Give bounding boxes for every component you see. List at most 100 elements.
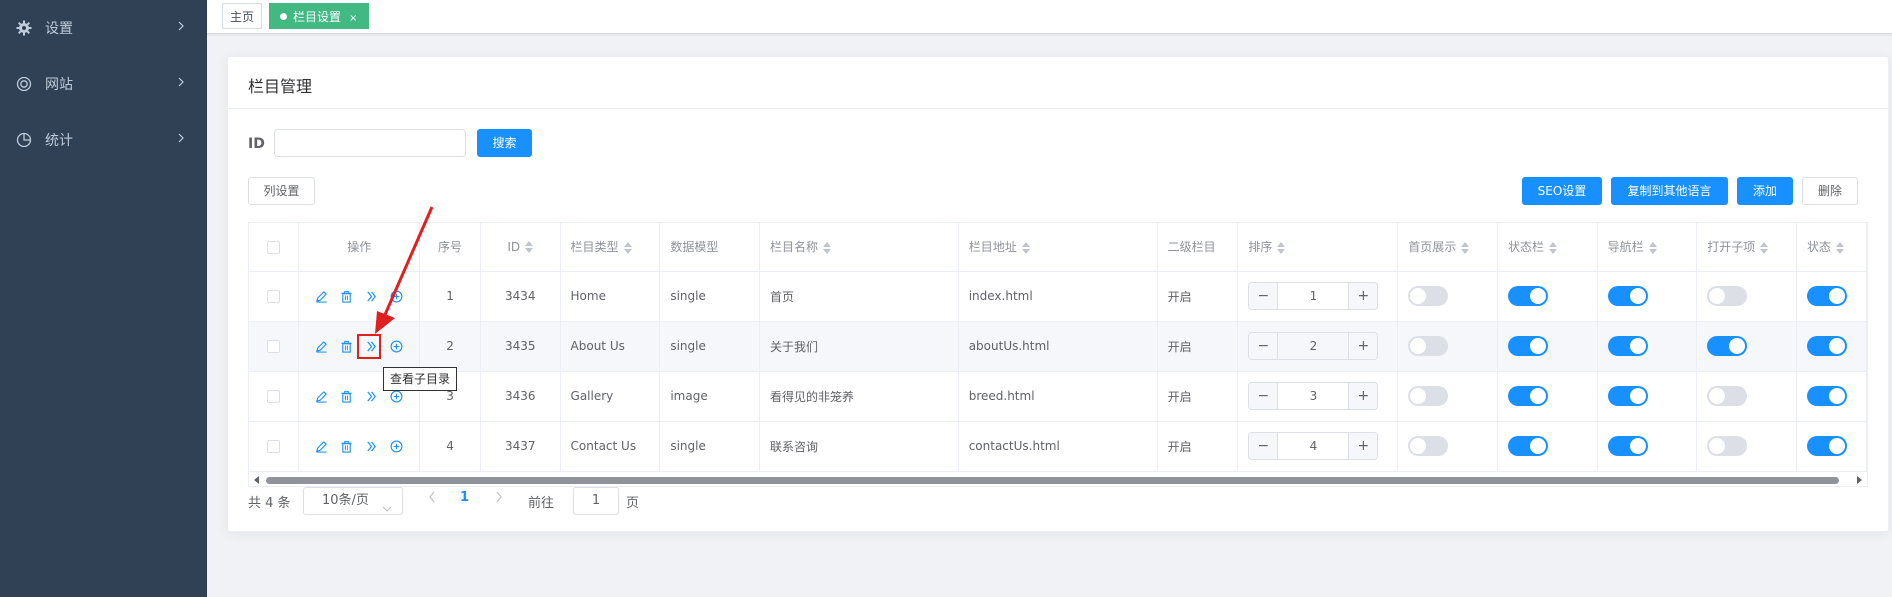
sidebar-item-statistics[interactable]: 统计 xyxy=(0,112,207,168)
page-number-current[interactable]: 1 xyxy=(460,490,469,505)
delete-icon[interactable] xyxy=(340,339,354,353)
column-settings-button[interactable]: 列设置 xyxy=(248,177,315,205)
plus-icon[interactable]: + xyxy=(1348,383,1378,409)
header-name[interactable]: 栏目名称 xyxy=(759,223,959,272)
edit-icon[interactable] xyxy=(315,339,329,353)
header-status[interactable]: 状态 xyxy=(1796,223,1867,272)
sort-value[interactable]: 1 xyxy=(1278,283,1348,309)
edit-icon[interactable] xyxy=(315,289,329,303)
open-child-switch[interactable] xyxy=(1707,336,1748,356)
plus-icon[interactable]: + xyxy=(1348,433,1378,459)
sort-icon[interactable] xyxy=(822,241,831,254)
sidebar-item-website[interactable]: 网站 xyxy=(0,56,207,112)
delete-icon[interactable] xyxy=(340,289,354,303)
sort-icon[interactable] xyxy=(1021,241,1030,254)
sort-stepper[interactable]: −4 + xyxy=(1248,432,1379,460)
home-show-switch[interactable] xyxy=(1408,386,1449,406)
header-sort[interactable]: 排序 xyxy=(1237,223,1399,272)
open-child-switch[interactable] xyxy=(1707,436,1748,456)
status-bar-switch[interactable] xyxy=(1508,386,1549,406)
minus-icon[interactable]: − xyxy=(1249,383,1279,409)
minus-icon[interactable]: − xyxy=(1249,433,1279,459)
delete-icon[interactable] xyxy=(340,439,354,453)
seo-settings-button[interactable]: SEO设置 xyxy=(1522,177,1602,205)
sort-icon[interactable] xyxy=(1461,241,1470,254)
sort-icon[interactable] xyxy=(1836,241,1845,254)
plus-icon[interactable]: + xyxy=(1348,283,1378,309)
view-children-icon[interactable] xyxy=(365,389,379,403)
search-button[interactable]: 搜索 xyxy=(477,129,532,157)
home-show-switch[interactable] xyxy=(1408,336,1449,356)
prev-page-icon[interactable] xyxy=(428,491,436,506)
nav-bar-switch[interactable] xyxy=(1607,286,1648,306)
delete-button[interactable]: 删除 xyxy=(1802,177,1858,205)
view-children-icon[interactable] xyxy=(365,289,379,303)
plus-icon[interactable]: + xyxy=(1348,333,1378,359)
sort-value[interactable]: 3 xyxy=(1278,383,1348,409)
sort-icon[interactable] xyxy=(1648,241,1657,254)
nav-bar-switch[interactable] xyxy=(1607,436,1648,456)
header-id[interactable]: ID xyxy=(480,223,561,272)
header-nav-bar[interactable]: 导航栏 xyxy=(1597,223,1698,272)
add-button[interactable]: 添加 xyxy=(1737,177,1793,205)
row-select-cell[interactable] xyxy=(249,321,300,372)
row-select-cell[interactable] xyxy=(249,421,300,472)
page-size-select[interactable]: 10条/页 xyxy=(303,487,403,515)
open-child-switch[interactable] xyxy=(1707,386,1748,406)
sort-stepper[interactable]: −3 + xyxy=(1248,382,1379,410)
close-icon[interactable]: × xyxy=(349,6,357,32)
open-child-switch[interactable] xyxy=(1707,286,1748,306)
status-switch[interactable] xyxy=(1807,286,1848,306)
sidebar-item-settings[interactable]: 设置 xyxy=(0,0,207,56)
row-checkbox[interactable] xyxy=(267,340,281,353)
sort-value[interactable]: 2 xyxy=(1278,333,1348,359)
sort-icon[interactable] xyxy=(623,241,632,254)
status-bar-switch[interactable] xyxy=(1508,336,1549,356)
tag-home[interactable]: 主页 xyxy=(222,3,262,29)
edit-icon[interactable] xyxy=(315,389,329,403)
next-page-icon[interactable] xyxy=(495,491,503,506)
sort-icon[interactable] xyxy=(1277,241,1286,254)
header-select-all[interactable] xyxy=(249,223,300,272)
edit-icon[interactable] xyxy=(315,439,329,453)
nav-bar-switch[interactable] xyxy=(1607,386,1648,406)
sort-icon[interactable] xyxy=(1549,241,1558,254)
row-select-cell[interactable] xyxy=(249,371,300,422)
sort-stepper[interactable]: −1 + xyxy=(1248,282,1379,310)
header-url[interactable]: 栏目地址 xyxy=(958,223,1158,272)
home-show-switch[interactable] xyxy=(1408,286,1449,306)
header-status-bar[interactable]: 状态栏 xyxy=(1497,223,1598,272)
row-checkbox[interactable] xyxy=(267,440,281,453)
sort-icon[interactable] xyxy=(1760,241,1769,254)
status-bar-switch[interactable] xyxy=(1508,436,1549,456)
goto-page-input[interactable]: 1 xyxy=(573,487,619,515)
add-child-icon[interactable] xyxy=(390,289,404,303)
header-home-show[interactable]: 首页展示 xyxy=(1397,223,1499,272)
select-all-checkbox[interactable] xyxy=(267,240,281,254)
minus-icon[interactable]: − xyxy=(1249,333,1279,359)
tag-column-settings[interactable]: 栏目设置 × xyxy=(269,3,369,29)
nav-bar-switch[interactable] xyxy=(1607,336,1648,356)
header-type[interactable]: 栏目类型 xyxy=(560,223,661,272)
status-switch[interactable] xyxy=(1807,386,1848,406)
delete-icon[interactable] xyxy=(340,389,354,403)
home-show-switch[interactable] xyxy=(1408,436,1449,456)
status-switch[interactable] xyxy=(1807,436,1848,456)
sort-icon[interactable] xyxy=(525,241,534,254)
search-input[interactable] xyxy=(274,129,466,157)
sort-value[interactable]: 4 xyxy=(1278,433,1348,459)
status-bar-switch[interactable] xyxy=(1508,286,1549,306)
minus-icon[interactable]: − xyxy=(1249,283,1279,309)
scrollbar-thumb[interactable] xyxy=(266,477,1839,484)
row-checkbox[interactable] xyxy=(267,290,281,303)
scroll-left-icon[interactable] xyxy=(254,476,259,484)
status-switch[interactable] xyxy=(1807,336,1848,356)
sort-stepper[interactable]: −2 + xyxy=(1248,332,1379,360)
add-child-icon[interactable] xyxy=(390,389,404,403)
view-children-icon[interactable] xyxy=(365,439,379,453)
copy-language-button[interactable]: 复制到其他语言 xyxy=(1611,177,1728,205)
header-open-child[interactable]: 打开子项 xyxy=(1696,223,1798,272)
add-child-icon[interactable] xyxy=(390,339,404,353)
scroll-right-icon[interactable] xyxy=(1857,476,1862,484)
add-child-icon[interactable] xyxy=(390,439,404,453)
